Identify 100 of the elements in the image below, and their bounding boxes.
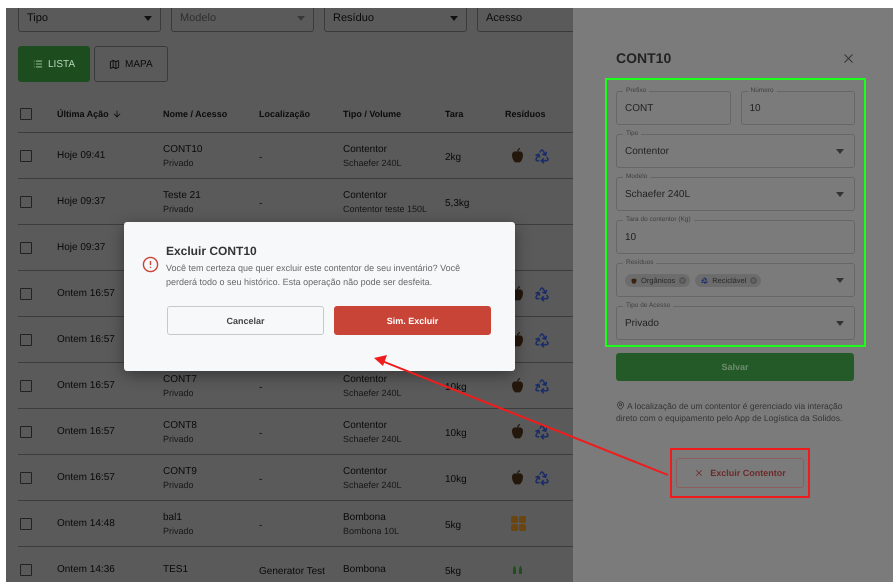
caret-icon: [836, 278, 844, 282]
column-header[interactable]: Última Ação: [57, 109, 122, 119]
table-cell: Ontem 16:57: [57, 334, 115, 345]
table-cell: Ontem 16:57: [57, 472, 115, 483]
table-cell: Privado: [163, 480, 194, 490]
column-header[interactable]: Localização: [259, 109, 310, 119]
table-cell: 10kg: [445, 474, 467, 484]
table-cell: Ontem 16:57: [57, 288, 115, 299]
caret-icon: [144, 16, 152, 20]
apple-icon: [631, 276, 637, 284]
table-cell: Ontem 14:36: [57, 564, 115, 575]
recycle-icon: [534, 378, 550, 394]
table-cell: Bombona: [343, 564, 386, 575]
table-cell: Contentor: [343, 374, 387, 384]
row-checkbox[interactable]: [20, 242, 32, 254]
caret-icon: [297, 16, 305, 20]
table-cell: CONT10: [163, 144, 202, 154]
table-cell: TES1: [163, 564, 188, 575]
row-checkbox[interactable]: [20, 426, 32, 438]
recycle-icon: [534, 470, 550, 486]
caret-icon: [450, 16, 458, 20]
table-cell: Privado: [163, 526, 194, 536]
caret-icon: [836, 320, 844, 326]
caret-icon: [836, 148, 844, 154]
table-cell: Contentor: [343, 144, 387, 154]
info-note: A localização de um contentor é gerenciado via interação direto com o equipamento pelo App de Logística da Solidos.: [616, 400, 844, 424]
apple-icon: [511, 378, 524, 393]
table-cell: bal1: [163, 512, 182, 522]
recycle-icon: [534, 424, 550, 440]
apple-icon: [511, 424, 524, 439]
table-cell: Generator Test: [259, 566, 325, 576]
table-cell: Contentor: [343, 466, 387, 476]
save-button[interactable]: Salvar: [616, 353, 854, 381]
table-cell: -: [259, 520, 262, 530]
view-toggle-button[interactable]: MAPA: [94, 46, 168, 82]
filter-select[interactable]: Resíduo: [324, 8, 467, 32]
map-icon: [109, 58, 120, 70]
table-cell: 10kg: [445, 428, 467, 438]
table-cell: Teste 21: [163, 190, 201, 200]
column-header[interactable]: Resíduos: [505, 109, 546, 119]
remove-icon[interactable]: [750, 276, 758, 284]
table-cell: Privado: [163, 434, 194, 444]
cancel-button[interactable]: Cancelar: [167, 306, 324, 335]
table-cell: -: [259, 428, 262, 438]
recycle-icon: [701, 276, 708, 284]
select-all-checkbox[interactable]: [20, 108, 32, 120]
apple-icon: [511, 470, 524, 485]
table-cell: Privado: [163, 158, 194, 168]
row-checkbox[interactable]: [20, 288, 32, 300]
table-cell: 2kg: [445, 152, 462, 162]
table-cell: Bombona: [343, 512, 386, 522]
table-cell: Schaefer 240L: [343, 388, 402, 398]
bottle-icon: [511, 566, 525, 574]
table-cell: Hoje 09:41: [57, 150, 106, 161]
table-cell: -: [259, 382, 262, 392]
table-cell: 5kg: [445, 566, 462, 576]
table-cell: CONT8: [163, 420, 197, 430]
drawer-title: CONT10: [616, 50, 672, 66]
row-checkbox[interactable]: [20, 334, 32, 346]
table-cell: Privado: [163, 204, 194, 214]
table-cell: Contentor teste 150L: [343, 204, 428, 214]
delete-button[interactable]: Excluir Contentor: [676, 458, 804, 488]
caret-icon: [836, 192, 844, 196]
row-checkbox[interactable]: [20, 196, 32, 208]
row-checkbox[interactable]: [20, 150, 32, 162]
table-cell: Schaefer 240L: [343, 434, 402, 444]
apple-icon: [511, 148, 524, 163]
table-cell: Bombona 10L: [343, 526, 400, 536]
table-cell: 5kg: [445, 520, 462, 530]
table-cell: Contentor: [343, 420, 387, 430]
squares-icon: [511, 516, 526, 531]
alert-icon: [142, 256, 159, 273]
table-cell: -: [259, 474, 262, 484]
table-cell: Hoje 09:37: [57, 242, 106, 253]
table-cell: Ontem 16:57: [57, 426, 115, 437]
view-toggle-button[interactable]: LISTA: [18, 46, 90, 82]
row-checkbox[interactable]: [20, 472, 32, 484]
filter-select[interactable]: Tipo: [18, 8, 161, 32]
table-cell: Ontem 14:48: [57, 518, 115, 529]
column-header[interactable]: Nome / Acesso: [163, 109, 228, 119]
table-cell: Ontem 16:57: [57, 380, 115, 391]
confirm-button[interactable]: Sim. Excluir: [334, 306, 491, 335]
list-icon: [33, 59, 43, 69]
table-cell: Hoje 09:37: [57, 196, 106, 207]
recycle-icon: [534, 332, 550, 348]
column-header[interactable]: Tipo / Volume: [343, 109, 402, 119]
table-cell: 5,3kg: [445, 198, 470, 208]
table-cell: Contentor: [343, 190, 387, 200]
table-cell: Schaefer 240L: [343, 158, 402, 168]
table-cell: -: [259, 198, 262, 208]
dialog-message: Você tem certeza que quer excluir este contentor de seu inventário? Você perderá todo o seu histórico. Esta operação não pode ser desfeita.: [166, 262, 462, 289]
remove-icon[interactable]: [679, 276, 686, 284]
recycle-icon: [534, 286, 550, 302]
row-checkbox[interactable]: [20, 564, 32, 576]
dialog-title: Excluir CONT10: [166, 244, 258, 258]
pin-icon: [616, 401, 625, 410]
row-checkbox[interactable]: [20, 518, 32, 530]
row-checkbox[interactable]: [20, 380, 32, 392]
table-cell: Schaefer 240L: [343, 480, 402, 490]
column-header[interactable]: Tara: [445, 109, 464, 119]
